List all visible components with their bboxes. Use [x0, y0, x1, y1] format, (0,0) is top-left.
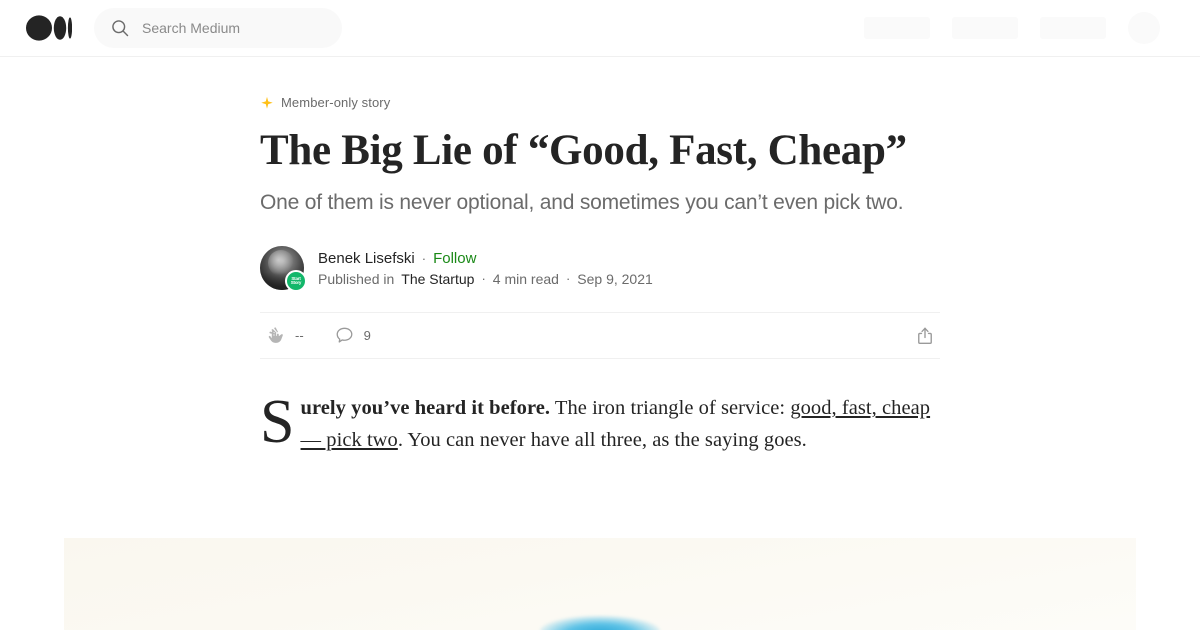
- lead-sentence: urely you’ve heard it before.: [300, 397, 551, 420]
- byline-text: Benek Lisefski · Follow Published in The…: [318, 250, 653, 287]
- clap-button[interactable]: --: [264, 325, 304, 347]
- member-only-badge: Member-only story: [260, 95, 940, 110]
- member-only-label: Member-only story: [281, 95, 391, 110]
- published-in-label: Published in: [318, 270, 395, 287]
- avatar[interactable]: Start Story: [260, 246, 307, 293]
- body-text-1: The iron triangle of service:: [550, 397, 791, 420]
- byline-separator-3: ·: [565, 271, 571, 287]
- follow-button[interactable]: Follow: [433, 250, 476, 267]
- page-title: The Big Lie of “Good, Fast, Cheap”: [260, 127, 907, 174]
- share-icon[interactable]: [914, 325, 936, 347]
- header-avatar-placeholder[interactable]: [1128, 12, 1160, 44]
- header-placeholder-write[interactable]: [864, 17, 930, 39]
- clap-count: --: [295, 328, 304, 344]
- clap-icon: [264, 325, 286, 347]
- comment-button[interactable]: 9: [334, 325, 371, 346]
- search-input[interactable]: [142, 20, 326, 36]
- comment-count: 9: [363, 328, 371, 344]
- search-icon: [110, 18, 130, 38]
- article-action-bar: -- 9: [260, 312, 940, 360]
- search-box[interactable]: [94, 8, 342, 48]
- byline: Start Story Benek Lisefski · Follow Publ…: [260, 246, 940, 293]
- byline-author-row: Benek Lisefski · Follow: [318, 250, 653, 267]
- hero-blue-accent: [540, 616, 660, 630]
- article-subtitle: One of them is never optional, and somet…: [260, 191, 904, 215]
- read-time: 4 min read: [492, 270, 559, 287]
- body-text-2: . You can never have all three, as the s…: [397, 429, 807, 452]
- header-placeholder-account[interactable]: [1040, 17, 1106, 39]
- byline-separator-1: ·: [421, 250, 427, 266]
- publication-name[interactable]: The Startup: [401, 271, 474, 287]
- byline-separator-2: ·: [481, 271, 486, 287]
- byline-meta-row: Published in The Startup · 4 min read · …: [318, 271, 653, 287]
- site-header: [0, 0, 1200, 57]
- author-name[interactable]: Benek Lisefski: [318, 250, 415, 267]
- action-bar-right: [914, 325, 936, 347]
- article-body-paragraph: Surely you’ve heard it before. The iron …: [260, 388, 940, 457]
- medium-logo[interactable]: [26, 15, 72, 41]
- sparkle-star-icon: [260, 96, 274, 110]
- article-hero-image: [64, 538, 1136, 630]
- comment-icon: [334, 325, 355, 346]
- drop-cap: S: [260, 388, 295, 457]
- header-placeholder-notifications[interactable]: [952, 17, 1018, 39]
- header-actions: [864, 12, 1160, 44]
- publish-date: Sep 9, 2021: [577, 270, 653, 287]
- article-container: Member-only story The Big Lie of “Good, …: [260, 57, 940, 457]
- action-bar-left: -- 9: [264, 325, 371, 347]
